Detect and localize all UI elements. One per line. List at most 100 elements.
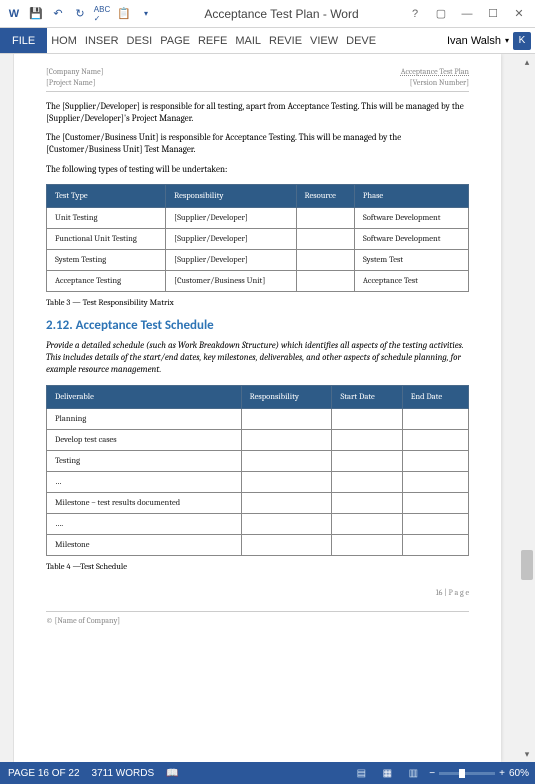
- read-mode-icon[interactable]: ▤: [351, 765, 371, 781]
- scroll-track[interactable]: [519, 70, 535, 746]
- tab-page[interactable]: PAGE: [156, 28, 194, 53]
- table-row: Planning: [47, 408, 469, 429]
- table-cell: Testing: [47, 450, 242, 471]
- user-area[interactable]: Ivan Walsh ▾ K: [447, 28, 535, 53]
- section-heading: 2.12. Acceptance Test Schedule: [46, 318, 469, 333]
- web-layout-icon[interactable]: ▥: [403, 765, 423, 781]
- header-company: [Company Name]: [46, 66, 103, 76]
- undo-icon[interactable]: ↶: [50, 6, 66, 22]
- page-header-row2: [Project Name] [Version Number]: [46, 78, 469, 92]
- table-row: Develop test cases: [47, 429, 469, 450]
- page-container: [Company Name] Acceptance Test Plan [Pro…: [14, 54, 519, 762]
- redo-icon[interactable]: ↻: [72, 6, 88, 22]
- zoom-out-button[interactable]: −: [429, 768, 435, 779]
- header-doctitle: Acceptance Test Plan: [401, 66, 469, 76]
- document-page[interactable]: [Company Name] Acceptance Test Plan [Pro…: [14, 54, 501, 762]
- title-bar: W 💾 ↶ ↻ ABC✓ 📋 ▾ Acceptance Test Plan - …: [0, 0, 535, 28]
- table-cell: [402, 471, 468, 492]
- table-cell: [Supplier/Developer]: [166, 229, 296, 250]
- chevron-down-icon: ▾: [505, 36, 509, 45]
- user-name: Ivan Walsh: [447, 35, 501, 47]
- table-cell: Software Development: [354, 208, 468, 229]
- tab-view[interactable]: VIEW: [306, 28, 342, 53]
- status-proofing-icon[interactable]: 📖: [166, 768, 178, 779]
- table-cell: [402, 513, 468, 534]
- zoom-thumb[interactable]: [459, 769, 465, 778]
- table-cell: [296, 271, 354, 292]
- table1-caption: Table 3 — Test Responsibility Matrix: [46, 298, 469, 308]
- tab-desi[interactable]: DESI: [123, 28, 157, 53]
- file-tab[interactable]: FILE: [0, 28, 47, 53]
- table-cell: …: [47, 471, 242, 492]
- table-cell: Unit Testing: [47, 208, 166, 229]
- scroll-down-icon[interactable]: ▾: [519, 746, 535, 762]
- header-project: [Project Name]: [46, 78, 95, 87]
- paste-icon[interactable]: 📋: [116, 6, 132, 22]
- close-icon[interactable]: ✕: [507, 4, 531, 24]
- print-layout-icon[interactable]: ▦: [377, 765, 397, 781]
- table-cell: ….: [47, 513, 242, 534]
- zoom-in-button[interactable]: +: [499, 768, 505, 779]
- table-cell: [402, 534, 468, 555]
- table-cell: [Supplier/Developer]: [166, 208, 296, 229]
- ribbon-tabs: FILE HOMINSERDESIPAGEREFEMAILREVIEVIEWDE…: [0, 28, 535, 54]
- table-header: Test Type: [47, 185, 166, 208]
- minimize-icon[interactable]: —: [455, 4, 479, 24]
- qat-customize-icon[interactable]: ▾: [138, 6, 154, 22]
- table-header: End Date: [402, 385, 468, 408]
- paragraph-4: Provide a detailed schedule (such as Wor…: [46, 341, 469, 376]
- tab-mail[interactable]: MAIL: [231, 28, 265, 53]
- window-title: Acceptance Test Plan - Word: [160, 7, 403, 21]
- ribbon-display-icon[interactable]: ▢: [429, 4, 453, 24]
- vertical-ruler[interactable]: [0, 54, 14, 762]
- table-row: Functional Unit Testing[Supplier/Develop…: [47, 229, 469, 250]
- table-cell: Acceptance Test: [354, 271, 468, 292]
- table-cell: [402, 408, 468, 429]
- page-number: 16 | P a g e: [46, 582, 469, 597]
- zoom-control: − + 60%: [429, 768, 529, 779]
- tab-refe[interactable]: REFE: [194, 28, 231, 53]
- status-page[interactable]: PAGE 16 OF 22: [8, 768, 80, 779]
- tab-deve[interactable]: DEVE: [342, 28, 380, 53]
- paragraph-1: The [Supplier/Developer] is responsible …: [46, 102, 469, 125]
- zoom-slider[interactable]: [439, 772, 495, 775]
- table-cell: [332, 534, 402, 555]
- table-cell: Functional Unit Testing: [47, 229, 166, 250]
- table-cell: [241, 450, 332, 471]
- help-icon[interactable]: ?: [403, 4, 427, 24]
- table-row: Unit Testing[Supplier/Developer] Software…: [47, 208, 469, 229]
- table-cell: [241, 471, 332, 492]
- user-badge[interactable]: K: [513, 32, 531, 50]
- table-cell: [241, 492, 332, 513]
- tab-hom[interactable]: HOM: [47, 28, 81, 53]
- table-cell: System Testing: [47, 250, 166, 271]
- table-cell: [332, 471, 402, 492]
- table-header: Deliverable: [47, 385, 242, 408]
- scroll-thumb[interactable]: [521, 550, 533, 580]
- table-row: Testing: [47, 450, 469, 471]
- save-icon[interactable]: 💾: [28, 6, 44, 22]
- table-row: System Testing[Supplier/Developer]System…: [47, 250, 469, 271]
- status-words[interactable]: 3711 WORDS: [92, 768, 155, 779]
- tab-revie[interactable]: REVIE: [265, 28, 306, 53]
- page-header-row1: [Company Name] Acceptance Test Plan: [46, 66, 469, 76]
- table-cell: [296, 250, 354, 271]
- table-cell: Milestone – test results documented: [47, 492, 242, 513]
- table-row: Milestone – test results documented: [47, 492, 469, 513]
- word-app-icon[interactable]: W: [6, 6, 22, 22]
- scroll-up-icon[interactable]: ▴: [519, 54, 535, 70]
- maximize-icon[interactable]: ☐: [481, 4, 505, 24]
- spellcheck-icon[interactable]: ABC✓: [94, 6, 110, 22]
- window-controls: ? ▢ — ☐ ✕: [403, 4, 535, 24]
- table-row: Acceptance Testing[Customer/Business Uni…: [47, 271, 469, 292]
- table-cell: Develop test cases: [47, 429, 242, 450]
- copyright: © [Name of Company]: [46, 611, 469, 625]
- table-cell: Software Development: [354, 229, 468, 250]
- vertical-scrollbar[interactable]: ▴ ▾: [519, 54, 535, 762]
- table-cell: Milestone: [47, 534, 242, 555]
- zoom-level[interactable]: 60%: [509, 768, 529, 779]
- table-cell: [Supplier/Developer]: [166, 250, 296, 271]
- tab-inser[interactable]: INSER: [81, 28, 123, 53]
- table-cell: [402, 450, 468, 471]
- table-header: Phase: [354, 185, 468, 208]
